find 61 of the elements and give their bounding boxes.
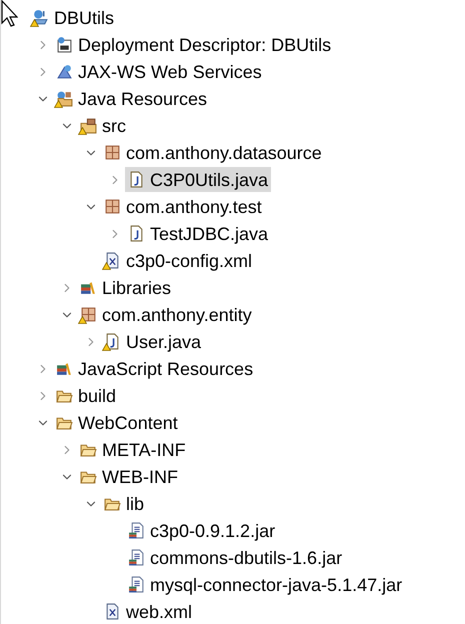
tree-item[interactable]: com.anthony.test <box>101 194 265 219</box>
package-icon <box>104 144 121 161</box>
tree-item[interactable]: DBUtils <box>29 5 118 30</box>
xml-file-icon <box>104 252 121 269</box>
tree-item[interactable]: com.anthony.entity <box>77 302 255 327</box>
tree-item-label: JavaScript Resources <box>78 360 254 378</box>
package-icon <box>80 306 97 323</box>
tree-item-label: Deployment Descriptor: DBUtils <box>78 36 332 54</box>
java-resources-icon <box>56 90 73 107</box>
project-icon <box>32 9 49 26</box>
jar-file-icon <box>128 576 145 593</box>
tree-item-label: mysql-connector-java-5.1.47.jar <box>150 576 402 594</box>
tree-item-label: commons-dbutils-1.6.jar <box>150 548 342 566</box>
tree-item[interactable]: JavaScript Resources <box>53 356 256 381</box>
tree-item[interactable]: WebContent <box>53 410 181 435</box>
tree-item-label: com.anthony.datasource <box>126 144 322 162</box>
tree-item-label: build <box>78 386 116 404</box>
tree-item[interactable]: com.anthony.datasource <box>101 140 325 165</box>
tree-item-label: DBUtils <box>54 8 114 26</box>
tree-item[interactable]: build <box>53 383 120 408</box>
tree-item[interactable]: mysql-connector-java-5.1.47.jar <box>125 572 406 597</box>
xml-file-icon <box>104 603 121 620</box>
tree-item-label: src <box>102 116 126 134</box>
tree-item[interactable]: lib <box>101 491 148 516</box>
tree-item-label: Libraries <box>102 278 172 296</box>
java-file-icon <box>104 333 121 350</box>
tree-item[interactable]: Deployment Descriptor: DBUtils <box>53 32 334 57</box>
descriptor-icon <box>56 36 73 53</box>
tree-item[interactable]: c3p0-config.xml <box>101 248 256 273</box>
tree-item-label: WebContent <box>78 414 178 432</box>
java-file-icon <box>128 225 145 242</box>
tree-item-label: c3p0-config.xml <box>126 252 252 270</box>
web-services-icon <box>56 63 73 80</box>
tree-item[interactable]: WEB-INF <box>77 464 181 489</box>
tree-item-label: TestJDBC.java <box>150 224 268 242</box>
tree-item[interactable]: web.xml <box>101 599 196 624</box>
tree-item-label: User.java <box>126 332 202 350</box>
tree-item-label: c3p0-0.9.1.2.jar <box>150 522 276 540</box>
tree-item-label: Java Resources <box>78 90 208 108</box>
tree-item[interactable]: User.java <box>101 329 204 354</box>
tree-item[interactable]: commons-dbutils-1.6.jar <box>125 545 346 570</box>
package-icon <box>104 198 121 215</box>
tree-item[interactable]: JAX-WS Web Services <box>53 59 265 84</box>
tree-item[interactable]: c3p0-0.9.1.2.jar <box>125 518 278 543</box>
tree-item[interactable]: TestJDBC.java <box>125 221 272 246</box>
tree-item[interactable]: META-INF <box>77 437 189 462</box>
java-file-icon <box>128 171 145 188</box>
jar-file-icon <box>128 549 145 566</box>
tree-item-label: com.anthony.entity <box>102 306 252 324</box>
tree-item[interactable]: Libraries <box>77 275 174 300</box>
tree-item-label: C3P0Utils.java <box>150 170 268 188</box>
jar-file-icon <box>128 522 145 539</box>
tree-item-label: META-INF <box>102 440 186 458</box>
tree-item-label: web.xml <box>126 602 192 620</box>
tree-item-label: com.anthony.test <box>126 198 262 216</box>
tree-item-label: WEB-INF <box>102 468 178 486</box>
tree-item-label: JAX-WS Web Services <box>78 62 262 80</box>
tree-item[interactable]: C3P0Utils.java <box>125 167 272 192</box>
tree-item[interactable]: Java Resources <box>53 86 210 111</box>
tree-item-label: lib <box>126 494 144 512</box>
tree-item[interactable]: src <box>77 113 129 138</box>
